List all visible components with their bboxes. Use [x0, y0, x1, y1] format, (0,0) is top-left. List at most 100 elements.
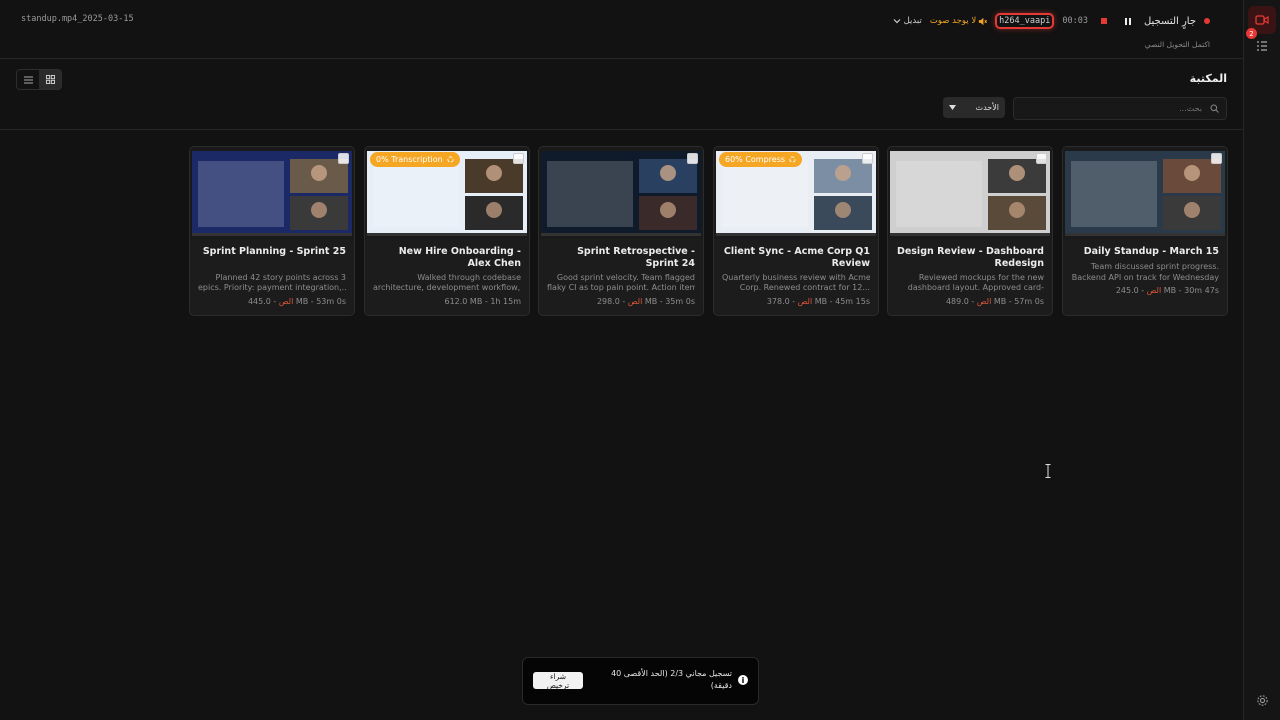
switch-label: تبديل — [903, 16, 922, 26]
card-duration: 57m 0s — [1014, 297, 1044, 306]
recording-filename: standup.mp4_2025-03-15 — [21, 14, 134, 24]
notification-badge: 2 — [1246, 28, 1257, 39]
stop-button[interactable] — [1096, 13, 1112, 29]
card-duration: 35m 0s — [665, 297, 695, 306]
select-checkbox[interactable] — [513, 153, 524, 164]
recording-card[interactable]: Sprint Planning - Sprint 25 Planned 42 s… — [189, 146, 355, 316]
license-toast: شراء ترخيص تسجيل مجاني 2/3 (الحد الأقصى … — [522, 657, 759, 705]
search-input[interactable] — [1014, 104, 1206, 113]
spinner-icon — [789, 156, 796, 163]
list-icon — [23, 76, 33, 83]
card-meta: 612.0 MB - 1h 15m — [444, 297, 521, 306]
list-check-icon — [1257, 41, 1267, 51]
card-description-line: Planned 42 story points across 3 — [215, 273, 346, 282]
card-thumbnail — [888, 147, 1052, 239]
select-checkbox[interactable] — [862, 153, 873, 164]
card-description-line: Good sprint velocity. Team flagged — [556, 273, 695, 282]
card-language: الص — [797, 297, 813, 306]
select-checkbox[interactable] — [687, 153, 698, 164]
card-description-line: Backend API on track for Wednesday — [1071, 273, 1219, 282]
pause-icon — [1124, 17, 1131, 25]
main-area: standup.mp4_2025-03-15 تبديل لا يوجد صوت… — [0, 0, 1243, 720]
card-thumbnail — [539, 147, 703, 239]
card-language: الص — [627, 297, 643, 306]
info-icon: i — [738, 675, 748, 685]
text-cursor-icon — [1045, 464, 1051, 478]
card-language: الص — [278, 297, 294, 306]
progress-label: 60% Compress — [725, 155, 786, 164]
codec-badge: h264_vaapi — [995, 13, 1055, 29]
header-divider — [0, 129, 1243, 130]
card-duration: 45m 15s — [835, 297, 870, 306]
switch-dropdown[interactable]: تبديل — [893, 16, 922, 26]
select-checkbox[interactable] — [1211, 153, 1222, 164]
recording-dot-icon — [1204, 18, 1210, 24]
card-meta: الص - 378.0 MB - 45m 15s — [766, 297, 870, 306]
card-duration: 30m 47s — [1184, 286, 1219, 295]
caret-down-icon — [949, 105, 956, 110]
recording-card[interactable]: 60% Compress Client Sync - Acme Corp Q1 … — [713, 146, 879, 316]
card-meta: الص - 298.0 MB - 35m 0s — [596, 297, 695, 306]
buy-license-button[interactable]: شراء ترخيص — [533, 672, 583, 690]
spinner-icon — [447, 156, 454, 163]
card-description-line: dashboard layout. Approved card- — [907, 283, 1044, 292]
progress-badge: 0% Transcription — [370, 152, 460, 167]
card-description-line: Team discussed sprint progress. — [1090, 262, 1219, 271]
pause-button[interactable] — [1120, 13, 1136, 29]
card-title: Sprint Retrospective - Sprint 24 — [577, 246, 695, 269]
speaker-muted-icon — [979, 17, 988, 25]
video-camera-icon — [1255, 15, 1269, 25]
recording-card[interactable]: Daily Standup - March 15 Team discussed … — [1062, 146, 1228, 316]
recording-card[interactable]: Sprint Retrospective - Sprint 24 Good sp… — [538, 146, 704, 316]
card-description-line: Quarterly business review with Acme — [722, 273, 870, 282]
select-checkbox[interactable] — [338, 153, 349, 164]
card-title: Daily Standup - March 15 — [1083, 246, 1219, 257]
card-size: 612.0 MB — [444, 297, 483, 306]
transcription-status: اكتمل التحويل النصي — [1144, 40, 1210, 49]
view-toggle — [16, 69, 62, 90]
card-title: Sprint Planning - Sprint 25 — [202, 246, 346, 257]
card-description-line: Corp. Renewed contract for 12... — [739, 283, 870, 292]
card-title: New Hire Onboarding - Alex Chen — [398, 246, 521, 269]
no-audio-label: لا يوجد صوت — [929, 16, 977, 26]
settings-button[interactable] — [1248, 686, 1276, 714]
recording-timer: 00:03 — [1062, 16, 1088, 26]
card-description-line: architecture, development workflow,... — [373, 283, 521, 292]
card-description-line: flaky CI as top pain point. Action item.… — [547, 283, 695, 292]
card-description-line: Walked through codebase — [417, 273, 521, 282]
progress-label: 0% Transcription — [376, 155, 443, 164]
card-duration: 1h 15m — [490, 297, 521, 306]
card-thumbnail — [1063, 147, 1227, 239]
card-language: الص — [1146, 286, 1162, 295]
recording-status: جارٍ التسجيل — [1143, 15, 1196, 27]
sort-dropdown[interactable]: الأحدث — [943, 97, 1005, 118]
page-title: المكتبة — [1189, 72, 1227, 85]
recording-card[interactable]: 0% Transcription New Hire Onboarding - A… — [364, 146, 530, 316]
grid-icon — [45, 75, 55, 84]
card-meta: الص - 245.0 MB - 30m 47s — [1115, 286, 1219, 295]
recording-card[interactable]: Design Review - Dashboard Redesign Revie… — [887, 146, 1053, 316]
app-window: 2 standup.mp4_2025-03-15 تبديل لا يوجد ص… — [0, 0, 1280, 720]
sort-label: الأحدث — [975, 103, 999, 112]
card-duration: 53m 0s — [316, 297, 346, 306]
recording-controls: تبديل لا يوجد صوت h264_vaapi 00:03 جارٍ … — [893, 12, 1210, 30]
top-bar: standup.mp4_2025-03-15 تبديل لا يوجد صوت… — [0, 0, 1243, 59]
gear-icon — [1256, 694, 1268, 706]
chevron-down-icon — [893, 19, 901, 24]
stop-icon — [1100, 18, 1107, 24]
card-meta: الص - 489.0 MB - 57m 0s — [945, 297, 1044, 306]
card-title: Client Sync - Acme Corp Q1 Review — [723, 246, 870, 269]
card-description-line: epics. Priority: payment integration,... — [198, 283, 346, 292]
list-view-button[interactable] — [17, 70, 39, 89]
select-checkbox[interactable] — [1036, 153, 1047, 164]
toast-message: تسجيل مجاني 2/3 (الحد الأقصى 40 دقيقة) — [611, 669, 732, 690]
grid-view-button[interactable] — [39, 70, 61, 89]
card-meta: الص - 445.0 MB - 53m 0s — [247, 297, 346, 306]
search-icon — [1206, 104, 1222, 113]
no-audio-indicator: لا يوجد صوت — [929, 16, 988, 26]
progress-badge: 60% Compress — [719, 152, 803, 167]
tasks-nav-button[interactable]: 2 — [1246, 28, 1276, 60]
card-language: الص — [976, 297, 992, 306]
card-description-line: Reviewed mockups for the new — [918, 273, 1044, 282]
search-box — [1013, 97, 1227, 120]
